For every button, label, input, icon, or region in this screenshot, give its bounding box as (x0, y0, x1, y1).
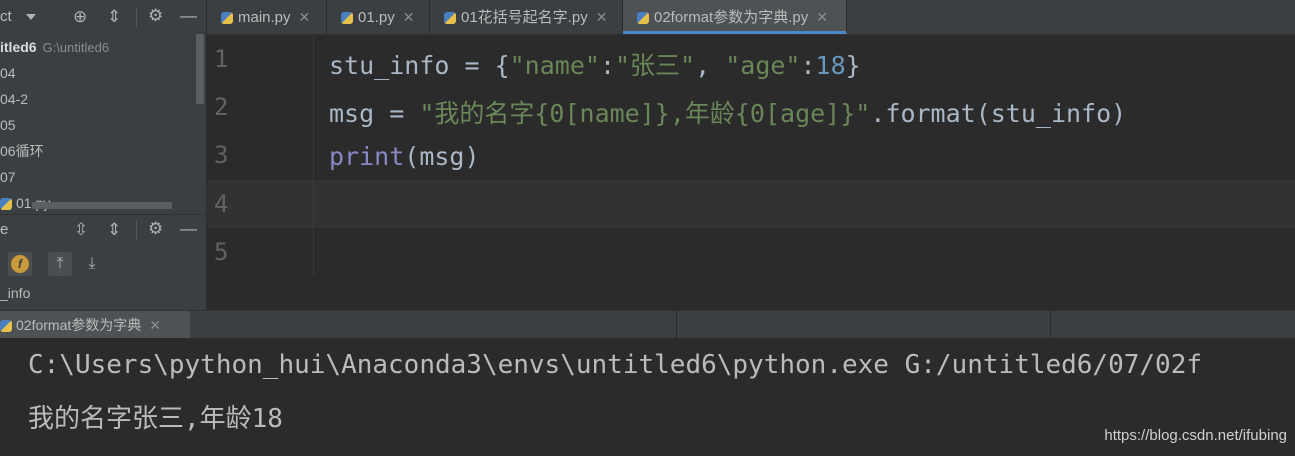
tree-item[interactable]: 07 (0, 164, 196, 190)
code-line[interactable]: stu_info = {"name":"张三", "age":18} (329, 46, 861, 82)
python-file-icon (444, 12, 456, 25)
project-panel: ct ⊕ ⇕ ⚙ — itled6 G:\untitled6 04 04-2 05… (0, 0, 206, 310)
code-token: "age" (725, 51, 801, 80)
horizontal-scrollbar[interactable] (32, 202, 172, 209)
tab-label: 02format参数为字典.py (654, 9, 809, 26)
collapse-all-icon[interactable]: ⇕ (107, 8, 121, 25)
close-icon[interactable]: ✕ (596, 9, 608, 25)
structure-panel-title: e (0, 221, 9, 238)
code-token: (msg) (404, 142, 480, 171)
console-line-output: 我的名字张三,年龄18 (28, 404, 283, 434)
close-icon[interactable]: ✕ (403, 9, 415, 25)
structure-toolbar: f ⤒ ⤓ (0, 248, 206, 280)
tab-label: 01花括号起名字.py (461, 9, 588, 26)
run-bar-divider (676, 311, 677, 339)
code-token: stu_info = { (329, 51, 510, 80)
python-file-icon (637, 12, 649, 25)
tree-item-label: 06循环 (0, 143, 44, 159)
collapse-all-icon[interactable]: ⇕ (107, 221, 121, 238)
tree-item-label: 04-2 (0, 91, 29, 107)
project-panel-title: ct (0, 8, 12, 25)
line-number: 4 (214, 190, 229, 218)
code-line[interactable]: print(msg) (329, 142, 480, 171)
close-icon[interactable]: ✕ (816, 9, 828, 25)
code-token: : (599, 51, 615, 80)
sort-up-button[interactable]: ⤒ (48, 252, 72, 276)
chevron-down-icon[interactable] (26, 14, 36, 20)
tree-item-label: 07 (0, 169, 16, 185)
vertical-scrollbar[interactable] (196, 34, 204, 104)
editor-bottom-area (207, 276, 1295, 310)
code-token: .format(stu_info) (870, 99, 1127, 128)
sort-up-icon: ⤒ (56, 255, 64, 272)
line-number: 5 (214, 238, 229, 266)
tree-item[interactable]: 04-2 (0, 86, 196, 112)
code-line[interactable]: msg = "我的名字{0[name]},年龄{0[age]}".format(… (329, 94, 1126, 130)
code-token: "name" (509, 51, 600, 80)
tree-item-label: 05 (0, 117, 16, 133)
tab-01-py[interactable]: 01.py ✕ (327, 0, 430, 34)
watermark: https://blog.csdn.net/ifubing (1104, 427, 1287, 444)
tree-item-label: 04 (0, 65, 16, 81)
tree-item[interactable]: 04 (0, 60, 196, 86)
current-line-highlight (207, 180, 1295, 228)
toolbar-divider (136, 7, 137, 27)
structure-panel-header: e ⇳ ⇕ ⚙ — (0, 214, 206, 247)
gear-icon[interactable]: ⚙ (148, 7, 163, 24)
toolbar-divider (136, 220, 137, 240)
run-tab-label: 02format参数为字典 (16, 317, 142, 333)
python-run-icon (0, 320, 12, 333)
code-token: 18 (815, 51, 846, 80)
code-token: print (329, 142, 405, 171)
expand-all-icon[interactable]: ⇳ (74, 221, 88, 238)
tab-label: main.py (238, 9, 291, 26)
close-icon[interactable]: ✕ (149, 317, 161, 333)
python-file-icon (221, 12, 233, 25)
minimize-icon[interactable]: — (180, 7, 197, 24)
tab-label: 01.py (358, 9, 395, 26)
code-token: : (800, 51, 816, 80)
code-token: "张三" (615, 51, 696, 80)
tree-item[interactable]: 05 (0, 112, 196, 138)
run-tab[interactable]: 02format参数为字典 ✕ (0, 311, 190, 339)
code-token: , (695, 51, 726, 80)
show-fields-button[interactable]: f (8, 252, 32, 276)
tree-item-label: itled6 (0, 39, 37, 55)
editor-tabs: main.py ✕ 01.py ✕ 01花括号起名字.py ✕ 02format参数为… (207, 0, 1295, 35)
code-token: msg = (329, 99, 420, 128)
crosshair-icon[interactable]: ⊕ (73, 8, 87, 25)
run-bar-divider (1050, 311, 1051, 339)
field-icon: f (11, 255, 29, 273)
line-number: 1 (214, 45, 229, 73)
code-token: "我的名字{0[name]},年龄{0[age]}" (419, 99, 871, 128)
run-tab-bar: 02format参数为字典 ✕ (0, 310, 1295, 339)
sort-down-button[interactable]: ⤓ (80, 252, 104, 276)
line-number: 3 (214, 141, 229, 169)
tree-item-path: G:\untitled6 (42, 40, 110, 55)
python-file-icon (341, 12, 353, 25)
minimize-icon[interactable]: — (180, 220, 197, 237)
console-line-command: C:\Users\python_hui\Anaconda3\envs\untit… (28, 350, 1202, 380)
project-tree: itled6G:\untitled6 04 04-2 05 06循环 07 01… (0, 34, 196, 216)
tab-02format[interactable]: 02format参数为字典.py ✕ (623, 0, 847, 34)
python-file-icon (0, 198, 12, 211)
structure-item[interactable]: _info (0, 285, 30, 301)
tree-item-root[interactable]: itled6 G:\untitled6 (0, 34, 196, 60)
code-token: } (845, 51, 861, 80)
close-icon[interactable]: ✕ (299, 9, 311, 25)
tab-main-py[interactable]: main.py ✕ (207, 0, 327, 34)
gear-icon[interactable]: ⚙ (148, 220, 163, 237)
line-number: 2 (214, 93, 229, 121)
tab-01-braces[interactable]: 01花括号起名字.py ✕ (430, 0, 623, 34)
tree-item[interactable]: 06循环 (0, 138, 196, 164)
sort-down-icon: ⤓ (88, 255, 96, 272)
